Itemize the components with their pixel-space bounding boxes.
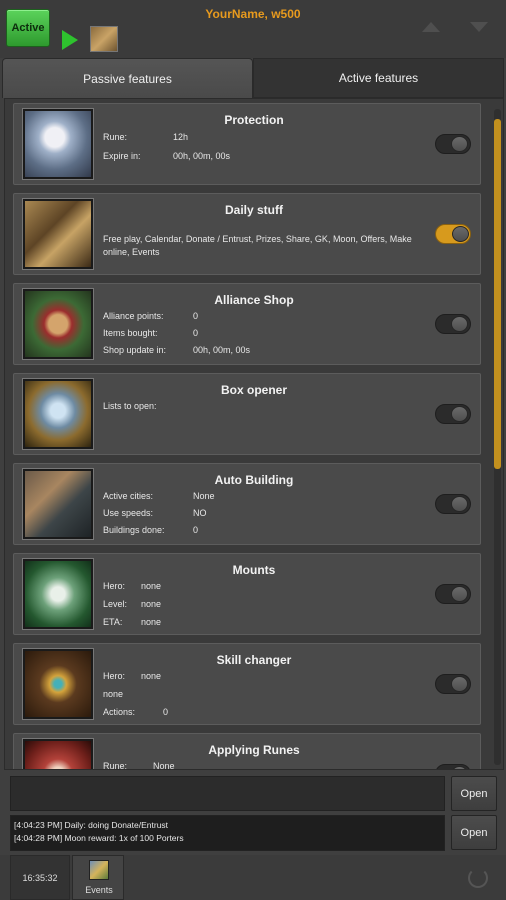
toggle-knob xyxy=(451,676,468,692)
mounts-toggle[interactable] xyxy=(435,584,471,604)
building-tools-icon xyxy=(23,469,93,539)
list-scrollbar[interactable] xyxy=(494,109,501,765)
open-button-1[interactable]: Open xyxy=(451,776,497,811)
feature-card-skill-changer: Skill changer Hero: none none Actions: 0 xyxy=(13,643,481,725)
events-button[interactable]: Events xyxy=(72,855,124,900)
arrow-up-icon[interactable] xyxy=(422,22,440,32)
feature-row: none xyxy=(103,689,124,699)
feature-card-protection: Protection Rune: 12h Expire in: 00h, 00m, … xyxy=(13,103,481,185)
feature-row: Expire in: 00h, 00m, 00s xyxy=(103,151,231,161)
feature-row: ETA: none xyxy=(103,617,162,627)
feature-row: Hero: none xyxy=(103,671,162,681)
toggle-knob xyxy=(451,316,468,332)
tab-active-features[interactable]: Active features xyxy=(253,58,504,98)
feature-title: Applying Runes xyxy=(208,743,300,757)
feature-list[interactable]: Protection Rune: 12h Expire in: 00h, 00m, … xyxy=(4,98,504,770)
toggle-knob xyxy=(451,406,468,422)
feature-card-auto-building: Auto Building Active cities: None Use spe… xyxy=(13,463,481,545)
skill-changer-toggle[interactable] xyxy=(435,674,471,694)
feature-title: Mounts xyxy=(232,563,276,577)
tab-passive-features[interactable]: Passive features xyxy=(2,58,253,98)
log-line: [4:04:23 PM] Daily: doing Donate/Entrust xyxy=(14,820,169,830)
feature-card-box-opener: Box opener Lists to open: xyxy=(13,373,481,455)
feature-tabs: Passive features Active features xyxy=(2,58,504,98)
feature-title: Box opener xyxy=(220,383,287,397)
top-bar: Active YourName, w500 xyxy=(0,0,506,58)
feature-description: Free play, Calendar, Donate / Entrust, P… xyxy=(103,234,412,257)
daily-stuff-toggle[interactable] xyxy=(435,224,471,244)
username-label: YourName, w500 xyxy=(205,7,301,21)
event-log: [4:04:23 PM] Daily: doing Donate/Entrust… xyxy=(10,815,445,851)
feature-card-alliance-shop: Alliance Shop Alliance points: 0 Items bo… xyxy=(13,283,481,365)
toggle-knob xyxy=(452,226,469,242)
toggle-knob xyxy=(451,586,468,602)
toggle-knob xyxy=(451,766,468,769)
feature-row: Shop update in: 00h, 00m, 00s xyxy=(103,345,251,355)
horse-icon xyxy=(23,559,93,629)
feature-row: Items bought: 0 xyxy=(103,328,199,338)
feature-row: Lists to open: xyxy=(103,401,157,411)
scroll-icon xyxy=(23,199,93,269)
box-opener-toggle[interactable] xyxy=(435,404,471,424)
account-thumbnail-icon[interactable] xyxy=(90,26,118,52)
feature-title: Skill changer xyxy=(216,653,292,667)
feature-row: Hero: none xyxy=(103,581,162,591)
feature-row: Rune: 12h xyxy=(103,132,189,142)
feature-card-daily-stuff: Daily stuff Free play, Calendar, Donate … xyxy=(13,193,481,275)
open-button-2[interactable]: Open xyxy=(451,815,497,850)
feature-card-mounts: Mounts Hero: none Level: none ETA: none xyxy=(13,553,481,635)
footer-bar: 16:35:32 Events xyxy=(0,855,506,900)
feature-title: Auto Building xyxy=(214,473,294,487)
alliance-shop-toggle[interactable] xyxy=(435,314,471,334)
treasure-box-icon xyxy=(23,379,93,449)
auto-building-toggle[interactable] xyxy=(435,494,471,514)
rune-icon xyxy=(23,739,93,769)
feature-row: Use speeds: NO xyxy=(103,508,207,518)
feature-card-applying-runes: Applying Runes Rune: None xyxy=(13,733,481,770)
feature-title: Daily stuff xyxy=(224,203,283,217)
applying-runes-toggle[interactable] xyxy=(435,764,471,769)
refresh-icon[interactable] xyxy=(468,868,488,888)
feature-row: Level: none xyxy=(103,599,162,609)
log-line: [4:04:28 PM] Moon reward: 1x of 100 Port… xyxy=(14,833,184,843)
alliance-emblem-icon xyxy=(23,289,93,359)
feature-row: Actions: 0 xyxy=(103,707,169,717)
toggle-knob xyxy=(451,496,468,512)
feature-row: Active cities: None xyxy=(103,491,215,501)
feature-title: Protection xyxy=(224,113,284,127)
protection-toggle[interactable] xyxy=(435,134,471,154)
scrollbar-thumb[interactable] xyxy=(494,119,501,469)
events-icon xyxy=(89,860,109,880)
feature-row: Rune: None xyxy=(103,761,175,770)
feature-row: Alliance points: 0 xyxy=(103,311,199,321)
arrow-down-icon[interactable] xyxy=(470,22,488,32)
toggle-knob xyxy=(451,136,468,152)
log-output-field[interactable] xyxy=(10,776,445,811)
clock-display: 16:35:32 xyxy=(10,855,70,900)
events-label: Events xyxy=(85,885,113,895)
feature-title: Alliance Shop xyxy=(214,293,294,307)
feature-row: Buildings done: 0 xyxy=(103,525,199,535)
play-icon[interactable] xyxy=(62,30,78,50)
skill-book-icon xyxy=(23,649,93,719)
dove-icon xyxy=(23,109,93,179)
